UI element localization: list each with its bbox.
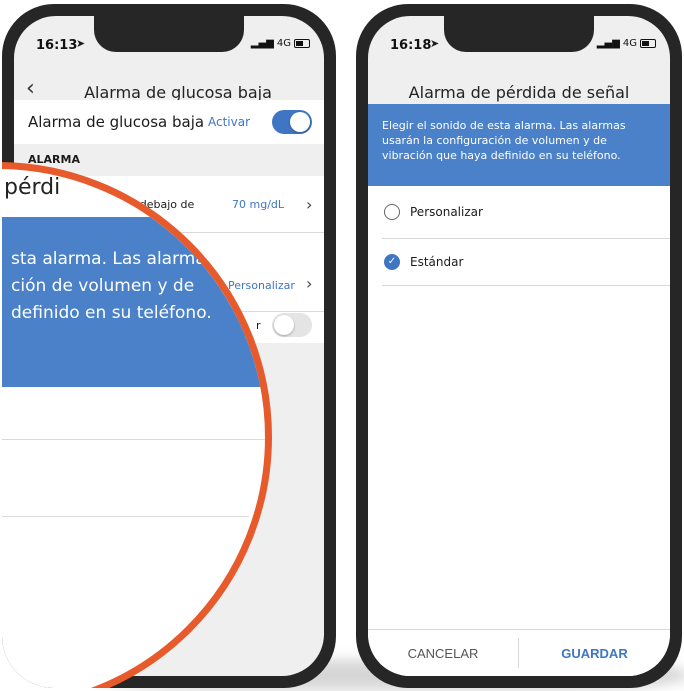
network-label: 4G: [276, 38, 291, 49]
info-banner: Elegir el sonido de esta alarma. Las ala…: [368, 104, 670, 186]
location-arrow-icon: ➤: [76, 37, 86, 50]
status-time: 16:18: [390, 38, 432, 53]
threshold-value: 70 mg/dL: [232, 197, 285, 211]
left-phone: 16:13 ➤ ▂▄▆ 4G ‹ Alarma de glucosa baja …: [2, 4, 336, 688]
battery-icon: [294, 39, 310, 48]
chevron-right-icon: ›: [306, 194, 313, 214]
magnified-banner-line-2: ción de volumen y de: [11, 276, 195, 296]
radio-unchecked-icon: [384, 204, 400, 220]
vibration-toggle[interactable]: [272, 313, 312, 337]
toggle-knob: [290, 112, 310, 132]
notch: [94, 16, 244, 52]
option-label: Estándar: [410, 255, 464, 269]
magnified-banner-line-3: definido en su teléfono.: [11, 303, 212, 323]
signal-icon: ▂▄▆: [250, 38, 274, 49]
status-indicators: ▂▄▆ 4G: [597, 38, 656, 49]
radio-checked-icon: ✓: [384, 254, 400, 270]
battery-icon: [640, 39, 656, 48]
notch: [444, 16, 594, 52]
magnified-banner-line-1: sta alarma. Las alarma: [11, 249, 206, 269]
page-title: Alarma de glucosa baja: [84, 82, 272, 102]
signal-icon: ▂▄▆: [596, 38, 620, 49]
row-divider: [382, 285, 670, 286]
magnified-divider: [2, 516, 249, 517]
option-estandar[interactable]: ✓ Estándar: [368, 239, 670, 285]
page-title: Alarma de pérdida de señal: [408, 82, 630, 102]
save-button[interactable]: GUARDAR: [519, 630, 670, 676]
magnified-title-fragment: pérdi: [4, 175, 61, 200]
options-list: Personalizar ✓ Estándar: [368, 186, 670, 630]
location-arrow-icon: ➤: [430, 37, 440, 50]
status-time: 16:13: [36, 38, 78, 53]
network-label: 4G: [622, 38, 637, 49]
right-screen: 16:18 ➤ ▂▄▆ 4G Alarma de pérdida de seña…: [368, 16, 670, 676]
toggle-knob: [274, 315, 294, 335]
cancel-button[interactable]: CANCELAR: [368, 630, 518, 676]
main-toggle-row: Alarma de glucosa baja Activar: [14, 100, 324, 144]
info-banner-text: Elegir el sonido de esta alarma. Las ala…: [382, 119, 626, 162]
main-toggle-label: Alarma de glucosa baja: [28, 113, 205, 131]
status-indicators: ▂▄▆ 4G: [251, 38, 310, 49]
magnified-divider: [2, 439, 265, 440]
footer-bar: CANCELAR GUARDAR: [368, 629, 670, 676]
main-alarm-toggle[interactable]: [272, 110, 312, 134]
right-phone: 16:18 ➤ ▂▄▆ 4G Alarma de pérdida de seña…: [356, 4, 682, 688]
option-personalizar[interactable]: Personalizar: [368, 186, 670, 238]
option-label: Personalizar: [410, 205, 483, 219]
chevron-right-icon: ›: [306, 274, 313, 293]
magnified-banner: sta alarma. Las alarma ción de volumen y…: [2, 217, 265, 387]
activate-label: Activar: [208, 115, 251, 129]
chevron-left-icon[interactable]: ‹: [26, 76, 35, 101]
